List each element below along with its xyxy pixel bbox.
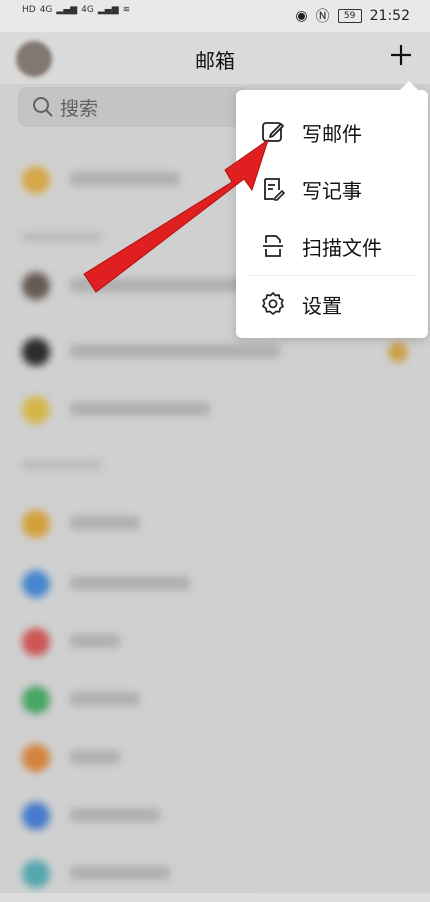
new-item-menu: 写邮件 写记事 扫描文件 设置 (236, 81, 428, 338)
menu-item-compose[interactable]: 写邮件 (236, 104, 428, 160)
signal-icon: ▂▄▆ (56, 5, 78, 15)
wifi-icon: ≋ (122, 5, 131, 15)
network-4g-indicator: 4G (39, 5, 53, 15)
menu-item-label: 写记事 (302, 178, 362, 203)
battery-icon: 59 (337, 9, 362, 23)
status-right: ◉ Ⓝ 59 21:52 (295, 6, 410, 26)
status-bar: HD 4G ▂▄▆ 4G ▂▄▆ ≋ ◉ Ⓝ 59 21:52 (0, 0, 430, 32)
menu-item-settings[interactable]: 设置 (236, 276, 428, 332)
status-left: HD 4G ▂▄▆ 4G ▂▄▆ ≋ (22, 5, 130, 15)
eye-icon: ◉ (295, 8, 308, 24)
menu-item-note[interactable]: 写记事 (236, 161, 428, 217)
menu-pointer (399, 81, 419, 91)
nfc-icon: Ⓝ (315, 9, 330, 25)
network-4g-indicator-2: 4G (81, 5, 94, 15)
signal-icon-2: ▂▄▆ (97, 5, 119, 15)
note-icon (264, 178, 286, 201)
clock: 21:52 (369, 8, 410, 24)
menu-item-label: 写邮件 (302, 121, 362, 146)
compose-icon (262, 122, 284, 142)
scan-icon (263, 235, 283, 257)
menu-item-label: 扫描文件 (302, 235, 382, 260)
menu-item-label: 设置 (302, 293, 342, 318)
settings-gear-icon (262, 292, 284, 315)
menu-item-scan[interactable]: 扫描文件 (236, 218, 428, 274)
hd-indicator: HD (22, 5, 36, 15)
